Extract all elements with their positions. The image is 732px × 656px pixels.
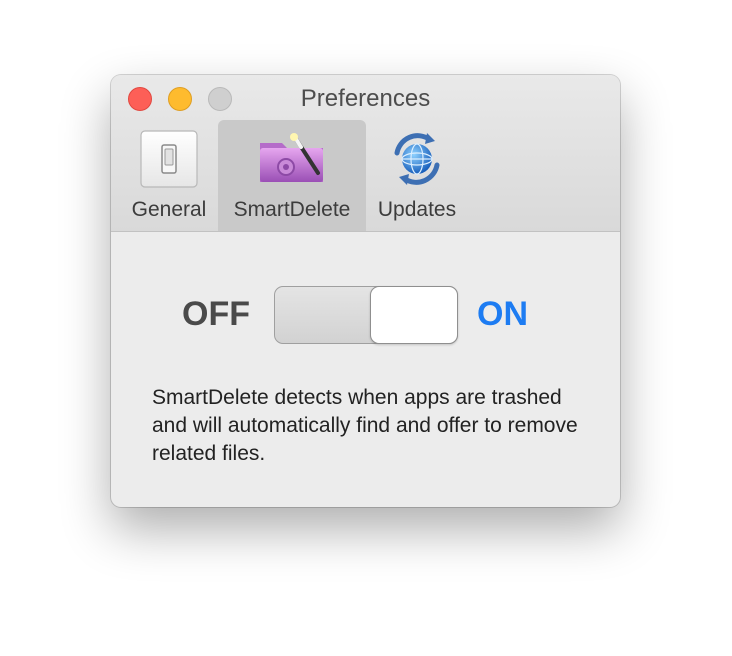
window-title: Preferences [300,85,431,112]
smartdelete-folder-icon [260,133,323,182]
globe-sync-icon [394,133,440,185]
tab-general[interactable]: General [121,120,217,231]
tab-label: Updates [377,198,457,221]
smartdelete-pane: OFF ON SmartDelete detects when apps are… [111,232,620,507]
light-switch-icon [140,130,198,188]
toolbar: Preferences General SmartDelete Updates [111,75,620,232]
tab-smartdelete[interactable]: SmartDelete [218,120,366,231]
toggle-off-label[interactable]: OFF [182,295,250,334]
tab-label: General [131,198,207,221]
tab-label: SmartDelete [233,198,351,221]
preferences-window: Preferences General SmartDelete Updates … [111,75,620,507]
tab-updates[interactable]: Updates [367,120,467,231]
toggle-on-label[interactable]: ON [477,295,528,334]
toggle-knob[interactable] [370,286,458,344]
smartdelete-description: SmartDelete detects when apps are trashe… [152,386,578,465]
smartdelete-toggle[interactable] [274,286,458,344]
